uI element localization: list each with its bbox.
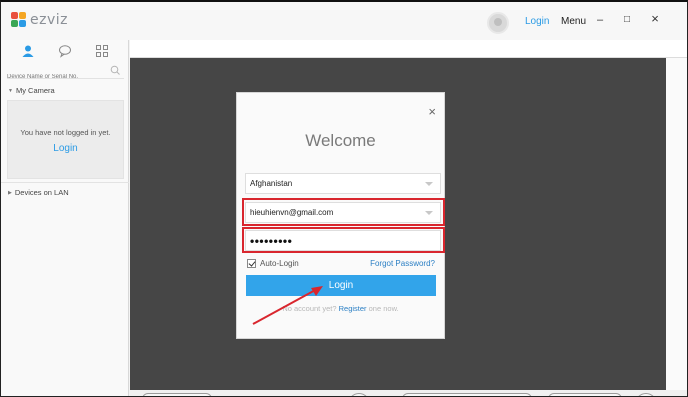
ezviz-logo-icon bbox=[11, 12, 27, 28]
quality-pill[interactable] bbox=[548, 393, 622, 396]
search-icon[interactable] bbox=[110, 65, 120, 75]
search-input[interactable] bbox=[7, 74, 103, 80]
close-icon[interactable]: × bbox=[648, 11, 662, 26]
divider bbox=[1, 182, 129, 183]
devices-lan-label: Devices on LAN bbox=[14, 188, 69, 197]
register-prefix: No account yet? bbox=[282, 304, 337, 313]
register-row: No account yet? Register one now. bbox=[237, 304, 444, 313]
auto-login-checkbox[interactable]: Auto-Login bbox=[247, 259, 299, 268]
checkbox-checked-icon bbox=[247, 259, 256, 268]
titlebar-login-link[interactable]: Login bbox=[525, 16, 549, 27]
chevron-down-icon bbox=[425, 182, 433, 186]
user-avatar[interactable] bbox=[487, 12, 509, 34]
tab-more[interactable] bbox=[91, 42, 113, 60]
sidebar-login-link[interactable]: Login bbox=[8, 143, 123, 154]
forgot-password-link[interactable]: Forgot Password? bbox=[370, 259, 435, 268]
app-logo: ezviz bbox=[11, 12, 68, 28]
password-highlight-box bbox=[242, 227, 445, 253]
view-toolbar bbox=[130, 40, 687, 58]
caret-right-icon: ▶ bbox=[8, 189, 12, 196]
title-bar: ezviz Login Menu – □ × bbox=[1, 2, 687, 40]
country-select[interactable]: Afghanistan bbox=[245, 173, 441, 194]
register-suffix: one now. bbox=[368, 304, 399, 313]
devices-lan-section[interactable]: ▶ Devices on LAN bbox=[1, 188, 129, 197]
dialog-title: Welcome bbox=[305, 131, 376, 150]
login-dialog: × Welcome Afghanistan hieuhienvn@gmail.c… bbox=[236, 92, 445, 339]
maximize-icon[interactable]: □ bbox=[620, 14, 634, 25]
register-link[interactable]: Register bbox=[339, 304, 367, 313]
device-search bbox=[7, 65, 124, 80]
chat-icon bbox=[58, 45, 71, 58]
sidebar: ▼ My Camera You have not logged in yet. … bbox=[1, 40, 129, 396]
playback-controls bbox=[130, 390, 687, 396]
tab-my-devices[interactable] bbox=[17, 42, 39, 60]
control-pill[interactable] bbox=[142, 393, 212, 396]
app-window: ezviz Login Menu – □ × ▼ My Camera bbox=[0, 0, 688, 397]
record-button[interactable] bbox=[348, 393, 370, 396]
tab-messages[interactable] bbox=[54, 42, 76, 60]
login-prompt-box: You have not logged in yet. Login bbox=[7, 100, 124, 179]
minimize-icon[interactable]: – bbox=[593, 14, 607, 26]
timeline-pill[interactable] bbox=[402, 393, 532, 396]
fullscreen-button[interactable] bbox=[635, 393, 657, 396]
my-camera-section[interactable]: ▼ My Camera bbox=[1, 86, 129, 95]
login-button[interactable]: Login bbox=[246, 275, 436, 296]
country-value: Afghanistan bbox=[250, 179, 293, 188]
menu-button[interactable]: Menu bbox=[561, 16, 586, 27]
caret-down-icon: ▼ bbox=[8, 87, 13, 94]
dialog-close-icon[interactable]: × bbox=[428, 105, 436, 118]
right-panel bbox=[666, 58, 687, 390]
grid-icon bbox=[95, 45, 108, 57]
email-highlight-box bbox=[242, 198, 445, 226]
auto-login-label: Auto-Login bbox=[260, 259, 299, 268]
sidebar-tabs bbox=[1, 40, 128, 62]
my-camera-label: My Camera bbox=[15, 86, 55, 95]
person-icon bbox=[22, 45, 33, 57]
not-logged-message: You have not logged in yet. bbox=[20, 128, 111, 137]
app-name: ezviz bbox=[30, 12, 68, 28]
